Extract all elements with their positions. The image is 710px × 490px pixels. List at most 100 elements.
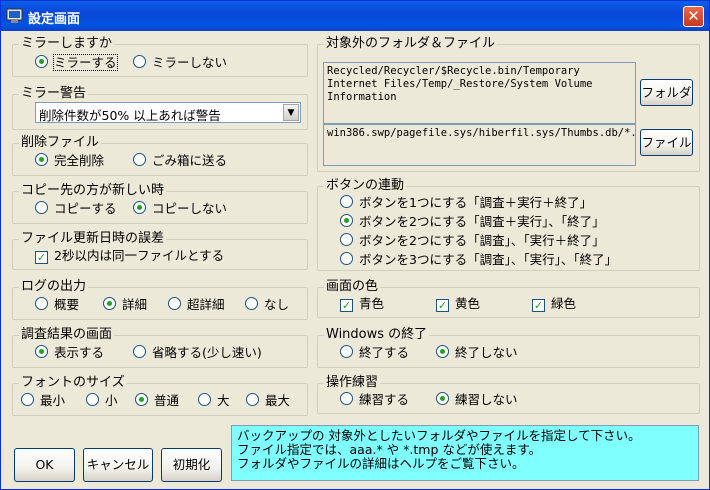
info-line-1: バックアップの 対象外としたいフォルダやファイルを指定して下さい。 bbox=[237, 428, 641, 443]
button-link-option-3[interactable]: ボタンを2つにする「調査」、「実行＋終了」 bbox=[340, 233, 605, 249]
close-button[interactable]: ✕ bbox=[683, 6, 704, 27]
log-summary-radio[interactable]: 概要 bbox=[35, 297, 79, 313]
font-smallest-radio[interactable]: 最小 bbox=[21, 393, 65, 409]
font-normal-radio[interactable]: 普通 bbox=[135, 393, 179, 409]
settings-window: 設定画面 ✕ ミラーしますか ミラーする ミラーしない ミラー警告 削除件数が5… bbox=[0, 0, 710, 490]
log-output-legend: ログの出力 bbox=[19, 279, 89, 295]
checkbox-checked-icon: ✓ bbox=[340, 299, 353, 312]
result-skip-radio[interactable]: 省略する(少し速い) bbox=[133, 345, 262, 361]
excluded-files-field[interactable]: win386.swp/pagefile.sys/hiberfil.sys/Thu… bbox=[323, 124, 636, 166]
button-link-option-2[interactable]: ボタンを2つにする「調査＋実行」、「終了」 bbox=[340, 214, 605, 230]
excluded-group: 対象外のフォルダ＆ファイル Recycled/Recycler/$Recycle… bbox=[317, 36, 700, 172]
mirror-warning-select[interactable]: 削除件数が50% 以上あれば警告 ▼ bbox=[35, 102, 301, 123]
radio-icon bbox=[340, 233, 353, 246]
radio-icon bbox=[35, 297, 48, 310]
radio-icon bbox=[35, 153, 48, 166]
folder-button[interactable]: フォルダ bbox=[640, 79, 693, 106]
info-line-2: ファイル指定では、aaa.* や *.tmp などが使えます。 bbox=[237, 442, 542, 457]
radio-icon bbox=[133, 201, 146, 214]
excluded-legend: 対象外のフォルダ＆ファイル bbox=[324, 36, 498, 52]
exit-yes-radio[interactable]: 終了する bbox=[340, 345, 409, 361]
close-icon: ✕ bbox=[687, 7, 700, 25]
color-blue-checkbox[interactable]: ✓ 青色 bbox=[340, 296, 384, 312]
radio-icon bbox=[133, 55, 146, 68]
color-green-checkbox[interactable]: ✓ 緑色 bbox=[532, 296, 576, 312]
copy-newer-legend: コピー先の方が新しい時 bbox=[19, 183, 167, 199]
mirror-yes-radio[interactable]: ミラーする bbox=[35, 54, 118, 71]
radio-icon bbox=[35, 55, 48, 68]
checkbox-checked-icon: ✓ bbox=[436, 299, 449, 312]
button-link-group: ボタンの連動 ボタンを1つにする「調査＋実行＋終了」 ボタンを2つにする「調査＋… bbox=[317, 178, 700, 271]
screen-color-group: 画面の色 ✓ 青色 ✓ 黄色 ✓ 緑色 bbox=[317, 279, 700, 318]
mirror-warning-legend: ミラー警告 bbox=[19, 86, 89, 102]
font-size-group: フォントのサイズ 最小 小 普通 大 最大 bbox=[12, 375, 308, 416]
radio-icon bbox=[133, 345, 146, 358]
result-screen-group: 調査結果の画面 表示する 省略する(少し速い) bbox=[12, 327, 308, 368]
mirror-warning-value: 削除件数が50% 以上あれば警告 bbox=[39, 108, 221, 123]
mirror-warning-group: ミラー警告 削除件数が50% 以上あれば警告 ▼ bbox=[12, 86, 308, 130]
windows-exit-legend: Windows の終了 bbox=[324, 327, 430, 343]
radio-icon bbox=[436, 345, 449, 358]
time-error-legend: ファイル更新日時の誤差 bbox=[19, 231, 167, 247]
font-size-legend: フォントのサイズ bbox=[19, 375, 127, 391]
radio-icon bbox=[103, 297, 116, 310]
radio-icon bbox=[86, 393, 99, 406]
checkbox-checked-icon: ✓ bbox=[532, 299, 545, 312]
practice-yes-radio[interactable]: 練習する bbox=[340, 392, 409, 408]
mirror-no-radio[interactable]: ミラーしない bbox=[133, 55, 227, 71]
radio-icon bbox=[246, 393, 259, 406]
radio-icon bbox=[436, 392, 449, 405]
radio-icon bbox=[340, 214, 353, 227]
font-small-radio[interactable]: 小 bbox=[86, 393, 118, 409]
radio-icon bbox=[168, 297, 181, 310]
title-bar[interactable]: 設定画面 ✕ bbox=[1, 1, 709, 31]
radio-icon bbox=[340, 195, 353, 208]
copy-yes-radio[interactable]: コピーする bbox=[35, 201, 117, 217]
radio-icon bbox=[21, 393, 34, 406]
practice-group: 操作練習 練習する 練習しない bbox=[317, 375, 700, 414]
delete-file-legend: 削除ファイル bbox=[19, 135, 102, 151]
window-title: 設定画面 bbox=[28, 12, 81, 27]
log-none-radio[interactable]: なし bbox=[245, 297, 289, 313]
copy-no-radio[interactable]: コピーしない bbox=[133, 201, 227, 217]
excluded-folders-field[interactable]: Recycled/Recycler/$Recycle.bin/Temporary… bbox=[323, 62, 636, 124]
font-largest-radio[interactable]: 最大 bbox=[246, 393, 290, 409]
delete-complete-radio[interactable]: 完全削除 bbox=[35, 153, 104, 169]
file-button[interactable]: ファイル bbox=[640, 129, 693, 156]
log-super-detail-radio[interactable]: 超詳細 bbox=[168, 297, 225, 313]
result-screen-legend: 調査結果の画面 bbox=[19, 327, 115, 343]
app-icon bbox=[6, 8, 23, 23]
color-yellow-checkbox[interactable]: ✓ 黄色 bbox=[436, 296, 480, 312]
delete-recycle-radio[interactable]: ごみ箱に送る bbox=[133, 153, 227, 169]
info-line-3: フォルダやファイルの詳細はヘルプをご覧下さい。 bbox=[237, 456, 525, 471]
exit-no-radio[interactable]: 終了しない bbox=[436, 345, 518, 361]
log-output-group: ログの出力 概要 詳細 超詳細 なし bbox=[12, 279, 308, 320]
cancel-button[interactable]: キャンセル bbox=[83, 448, 153, 482]
radio-icon bbox=[245, 297, 258, 310]
radio-icon bbox=[133, 153, 146, 166]
ok-button[interactable]: OK bbox=[14, 448, 75, 482]
checkbox-checked-icon: ✓ bbox=[35, 251, 48, 264]
time-error-group: ファイル更新日時の誤差 ✓ 2秒以内は同一ファイルとする bbox=[12, 231, 308, 270]
copy-newer-group: コピー先の方が新しい時 コピーする コピーしない bbox=[12, 183, 308, 224]
radio-icon bbox=[35, 345, 48, 358]
radio-icon bbox=[198, 393, 211, 406]
button-link-option-4[interactable]: ボタンを3つにする「調査」、「実行」、「終了」 bbox=[340, 252, 617, 268]
reset-button[interactable]: 初期化 bbox=[161, 448, 222, 482]
radio-icon bbox=[340, 252, 353, 265]
result-show-radio[interactable]: 表示する bbox=[35, 345, 104, 361]
font-large-radio[interactable]: 大 bbox=[198, 393, 230, 409]
practice-legend: 操作練習 bbox=[324, 375, 381, 391]
practice-no-radio[interactable]: 練習しない bbox=[436, 392, 518, 408]
help-info-box: バックアップの 対象外としたいフォルダやファイルを指定して下さい。 ファイル指定… bbox=[231, 425, 699, 481]
radio-icon bbox=[35, 201, 48, 214]
chevron-down-icon[interactable]: ▼ bbox=[283, 104, 299, 121]
time-error-checkbox[interactable]: ✓ 2秒以内は同一ファイルとする bbox=[35, 248, 224, 264]
radio-icon bbox=[340, 345, 353, 358]
screen-color-legend: 画面の色 bbox=[324, 279, 381, 295]
button-link-option-1[interactable]: ボタンを1つにする「調査＋実行＋終了」 bbox=[340, 195, 592, 211]
log-detail-radio[interactable]: 詳細 bbox=[103, 297, 147, 313]
mirror-group: ミラーしますか ミラーする ミラーしない bbox=[12, 36, 308, 77]
radio-icon bbox=[135, 393, 148, 406]
radio-icon bbox=[340, 392, 353, 405]
